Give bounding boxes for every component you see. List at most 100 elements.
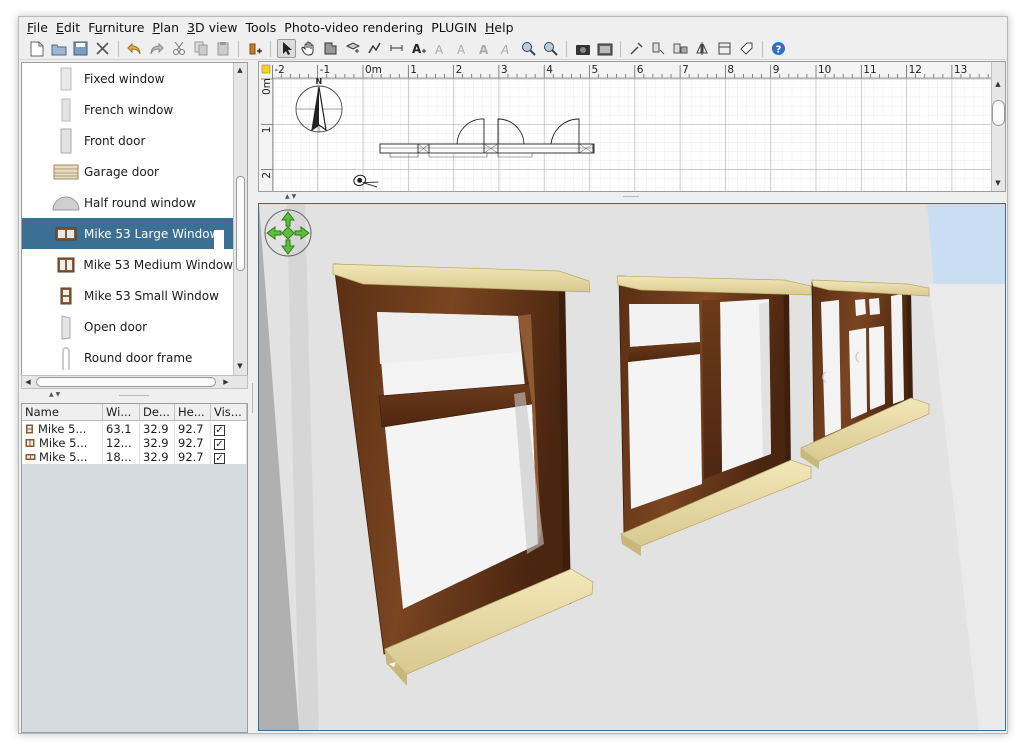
mirror-icon[interactable] [693, 39, 712, 58]
fixed-window-icon [52, 66, 80, 92]
select-icon[interactable] [277, 39, 296, 58]
create-rooms-icon[interactable] [343, 39, 362, 58]
ruler-y-label: 1 [261, 127, 273, 134]
plan-canvas[interactable]: N -2 -1 0m 1 2 3 4 5 6 7 8 9 10 11 12 13… [259, 62, 993, 192]
visible-checkbox[interactable]: ✓ [214, 439, 225, 450]
menu-furniture[interactable]: Furniture [88, 20, 144, 35]
redo-icon[interactable] [147, 39, 166, 58]
catalog-vertical-scrollbar[interactable]: ▲ ▼ [233, 63, 247, 388]
video-icon[interactable] [595, 39, 614, 58]
scroll-down-icon[interactable]: ▼ [993, 178, 1003, 188]
zoom-in-icon[interactable] [519, 39, 538, 58]
create-dimensions-icon[interactable] [387, 39, 406, 58]
table-row[interactable]: Mike 5... 63.1 32.9 92.7 ✓ [22, 422, 247, 436]
catalog-item[interactable]: Front door [22, 125, 233, 156]
plan-splitter-grip[interactable] [623, 196, 639, 197]
cut-icon[interactable] [169, 39, 188, 58]
catalog-scroll-thumb[interactable] [236, 176, 245, 271]
catalog-item[interactable]: Mike 53 Medium Window [22, 249, 233, 280]
add-furniture-icon[interactable] [245, 39, 264, 58]
table-row[interactable]: Mike 5... 18... 32.9 92.7 ✓ [22, 450, 247, 464]
italic-icon[interactable]: A [475, 39, 494, 58]
cell-name-text: Mike 5... [39, 436, 88, 450]
plan-scroll-thumb[interactable] [992, 100, 1005, 126]
new-icon[interactable] [27, 39, 46, 58]
catalog-item[interactable]: Round door frame [22, 342, 233, 373]
zoom-out-icon[interactable] [541, 39, 560, 58]
open-icon[interactable] [49, 39, 68, 58]
undo-icon[interactable] [125, 39, 144, 58]
import-furniture-icon[interactable] [627, 39, 646, 58]
plan-view[interactable]: N -2 -1 0m 1 2 3 4 5 6 7 8 9 10 11 12 13… [258, 61, 1006, 192]
column-height[interactable]: He... [175, 404, 211, 420]
scroll-down-icon[interactable]: ▼ [235, 361, 245, 371]
photo-icon[interactable] [573, 39, 592, 58]
tag-icon[interactable] [737, 39, 756, 58]
toolbar-separator [270, 40, 271, 57]
menu-tools[interactable]: Tools [245, 20, 276, 35]
column-width[interactable]: Wi... [103, 404, 140, 420]
column-name[interactable]: Name [22, 404, 103, 420]
svg-text:?: ? [776, 45, 782, 56]
text-size-icon[interactable]: A [497, 39, 516, 58]
save-icon[interactable] [71, 39, 90, 58]
create-walls-icon[interactable] [321, 39, 340, 58]
selection-marker [214, 230, 224, 249]
vertical-splitter[interactable] [250, 61, 256, 733]
menu-edit[interactable]: Edit [56, 20, 80, 35]
catalog-item[interactable]: Fixed window [22, 63, 233, 94]
help-icon[interactable]: ? [769, 39, 788, 58]
cell-name-text: Mike 5... [39, 450, 88, 464]
menu-help[interactable]: Help [485, 20, 514, 35]
scroll-right-icon[interactable]: ▶ [221, 377, 231, 387]
menu-file[interactable]: File [27, 20, 48, 35]
cell-visible: ✓ [211, 436, 247, 450]
scroll-left-icon[interactable]: ◀ [23, 377, 33, 387]
cut-prefs-icon[interactable] [93, 39, 112, 58]
catalog-item[interactable]: Half round window [22, 187, 233, 218]
toolbar-separator [566, 40, 567, 57]
column-visible[interactable]: Vis... [211, 404, 247, 420]
column-depth[interactable]: De... [140, 404, 175, 420]
catalog-horizontal-scrollbar[interactable]: ◀ ▶ [21, 375, 248, 389]
preferences-icon[interactable] [715, 39, 734, 58]
plan-vertical-scrollbar[interactable]: ▲ ▼ [991, 62, 1005, 191]
scroll-up-icon[interactable]: ▲ [993, 79, 1003, 89]
modify-furniture-icon[interactable] [649, 39, 668, 58]
ruler-x-label: 4 [546, 64, 553, 76]
flip-icon[interactable] [671, 39, 690, 58]
visible-checkbox[interactable]: ✓ [214, 453, 225, 464]
3d-view[interactable] [258, 203, 1006, 731]
catalog-item-selected[interactable]: Mike 53 Large Window [22, 218, 233, 249]
menu-3d-view[interactable]: 3D view [187, 20, 237, 35]
ruler-y-label: 0m [261, 78, 273, 95]
splitter-grip[interactable] [119, 395, 149, 396]
menu-plugin[interactable]: PLUGIN [431, 20, 477, 35]
cell-height: 92.7 [175, 436, 211, 450]
half-round-window-icon [52, 190, 80, 216]
menu-plan[interactable]: Plan [152, 20, 179, 35]
pan-icon[interactable] [299, 39, 318, 58]
table-row[interactable]: Mike 5... 12... 32.9 92.7 ✓ [22, 436, 247, 450]
bold-icon[interactable]: A [453, 39, 472, 58]
paste-icon[interactable] [213, 39, 232, 58]
visible-checkbox[interactable]: ✓ [214, 425, 225, 436]
catalog-item-label: Mike 53 Medium Window [83, 257, 233, 272]
plan-splitter-handle[interactable]: ▲▼ [285, 193, 298, 200]
text-style-icon[interactable]: A [431, 39, 450, 58]
create-polylines-icon[interactable] [365, 39, 384, 58]
menu-photo-video-rendering[interactable]: Photo-video rendering [284, 20, 423, 35]
3d-navigation-arrows-icon[interactable] [263, 208, 313, 258]
ruler-x-label: 6 [637, 64, 644, 76]
3d-canvas[interactable] [259, 204, 1005, 730]
catalog-item[interactable]: Open door [22, 311, 233, 342]
cell-name-text: Mike 5... [38, 422, 87, 436]
splitter-handle[interactable]: ▲▼ [49, 391, 62, 398]
catalog-item[interactable]: French window [22, 94, 233, 125]
catalog-item[interactable]: Mike 53 Small Window [22, 280, 233, 311]
copy-icon[interactable] [191, 39, 210, 58]
scroll-up-icon[interactable]: ▲ [235, 65, 245, 75]
catalog-hscroll-thumb[interactable] [36, 377, 216, 387]
add-text-icon[interactable]: A [409, 39, 428, 58]
catalog-item[interactable]: Garage door [22, 156, 233, 187]
